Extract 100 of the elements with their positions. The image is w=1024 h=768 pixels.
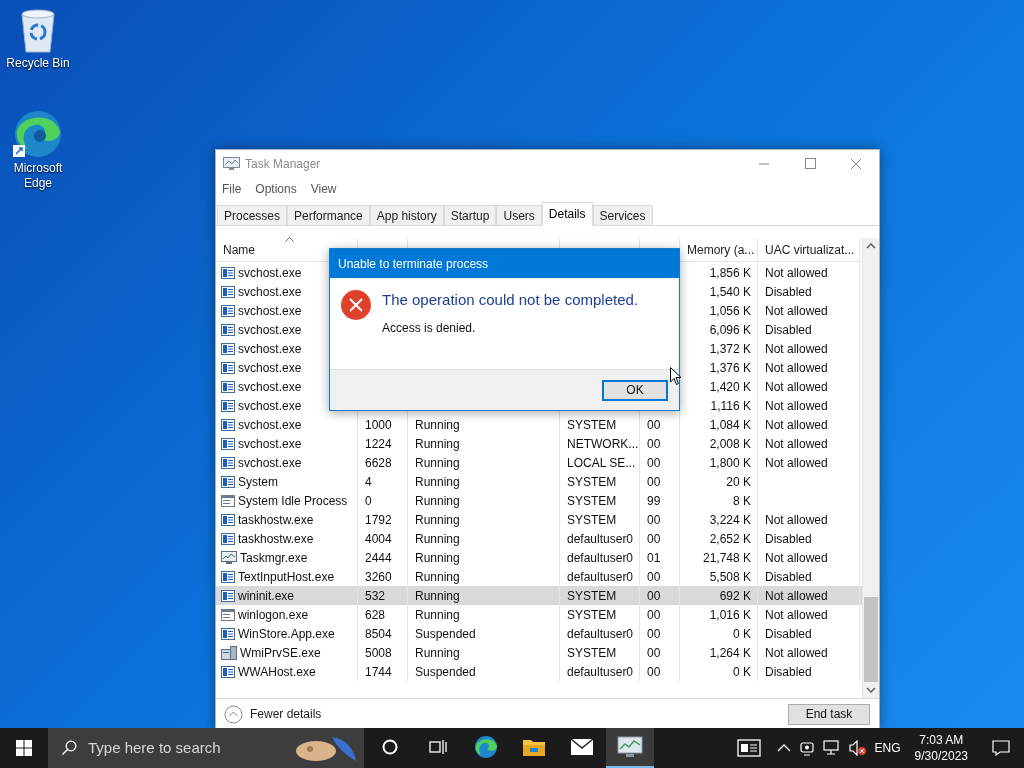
app-icon [221, 570, 235, 583]
table-cell-text: 01 [647, 549, 661, 567]
table-cell-text: 1,056 K [709, 302, 751, 320]
table-cell-text: 6628 [365, 454, 392, 472]
table-cell-text: Not allowed [765, 511, 828, 529]
app-icon [221, 380, 235, 393]
tab[interactable]: Services [592, 205, 653, 226]
fewer-details-link[interactable]: Fewer details [250, 705, 322, 723]
folder-icon[interactable] [522, 737, 546, 757]
tab[interactable]: Processes [217, 205, 288, 226]
table-cell-text: Disabled [765, 663, 812, 681]
table-cell-text: 00 [647, 587, 661, 605]
table-cell-text: 1,376 K [709, 359, 751, 377]
table-cell-text: svchost.exe [238, 283, 302, 301]
column-header[interactable]: UAC virtualizat... [765, 240, 855, 259]
table-cell-text: System [238, 473, 278, 491]
circle-icon[interactable] [382, 739, 398, 755]
table-cell-text: 00 [647, 663, 661, 681]
end-task-button[interactable]: End task [788, 703, 870, 725]
table-cell-text: wininit.exe [238, 587, 295, 605]
table-cell-text: Not allowed [765, 454, 828, 472]
clock-date[interactable]: 9/30/2023 [914, 748, 968, 764]
table-cell-text: WmiPrvSE.exe [240, 644, 321, 662]
table-cell-text: LOCAL SE... [567, 454, 636, 472]
tab[interactable]: Startup [443, 205, 497, 226]
table-cell-text: svchost.exe [238, 397, 302, 415]
table-cell-text: 00 [647, 568, 661, 586]
scrollbar[interactable] [862, 238, 879, 698]
desktop-icon-label[interactable]: Recycle Bin [6, 56, 70, 71]
notification-icon[interactable] [992, 740, 1010, 756]
table-cell-text: defaultuser0 [567, 549, 634, 567]
table-cell-text: SYSTEM [567, 587, 617, 605]
table-cell-text: 4004 [365, 530, 392, 548]
language-indicator[interactable]: ENG [874, 739, 901, 757]
table-cell-text: defaultuser0 [567, 530, 634, 548]
table-cell-text: Running [415, 511, 460, 529]
table-cell-text: Running [415, 568, 460, 586]
menu-item[interactable]: Options [255, 180, 297, 198]
ok-button[interactable]: OK [602, 379, 668, 401]
app-icon [221, 266, 235, 279]
mail-icon[interactable] [570, 738, 594, 756]
table-cell-text: Running [415, 606, 460, 624]
table-cell-text: Running [415, 644, 460, 662]
table-cell-text: SYSTEM [567, 511, 617, 529]
table-cell-text: svchost.exe [238, 321, 302, 339]
news-icon[interactable] [736, 739, 761, 757]
tab[interactable]: Users [496, 205, 542, 226]
table-cell-text: WWAHost.exe [238, 663, 316, 681]
monitor-icon [221, 551, 237, 564]
column-header[interactable]: Memory (a... [687, 240, 755, 259]
table-cell-text: SYSTEM [567, 606, 617, 624]
tab[interactable]: Details [541, 202, 593, 226]
edge-icon[interactable] [474, 735, 498, 759]
chevron-up-icon[interactable] [776, 743, 791, 753]
table-cell-text: 0 [365, 492, 372, 510]
window-icon [221, 608, 235, 621]
table-cell-text: 1,084 K [709, 416, 751, 434]
app-icon [221, 361, 235, 374]
table-cell-text: svchost.exe [238, 416, 302, 434]
table-cell-text: 1,016 K [709, 606, 751, 624]
table-cell-text: 8504 [365, 625, 392, 643]
tab[interactable]: Performance [287, 205, 370, 226]
table-cell-text: SYSTEM [567, 644, 617, 662]
table-cell-text: winlogon.exe [238, 606, 309, 624]
camera-icon[interactable] [798, 740, 815, 756]
app-icon [221, 418, 235, 431]
table-cell-text: 00 [647, 530, 661, 548]
table-cell-text: 5,508 K [709, 568, 751, 586]
volume-muted-icon[interactable] [848, 740, 867, 756]
table-cell-text: 00 [647, 644, 661, 662]
table-cell-text: svchost.exe [238, 302, 302, 320]
table-cell-text: 6,096 K [709, 321, 751, 339]
scroll-thumb[interactable] [864, 597, 878, 682]
app-icon [221, 323, 235, 336]
error-icon [340, 289, 372, 321]
network-icon[interactable] [822, 740, 841, 756]
clock-time[interactable]: 7:03 AM [919, 732, 964, 748]
table-cell-text: svchost.exe [238, 340, 302, 358]
tab[interactable]: App history [369, 205, 444, 226]
monitor-icon[interactable] [617, 736, 643, 758]
table-cell-text: SYSTEM [567, 473, 617, 491]
search-box[interactable]: Type here to search [48, 728, 364, 768]
app-icon [221, 589, 235, 602]
table-cell-text: Running [415, 492, 460, 510]
menu-item[interactable]: File [222, 180, 242, 198]
desktop-icon-label[interactable]: Microsoft Edge [0, 161, 76, 191]
app-icon [221, 665, 235, 678]
table-cell-text: 0 K [733, 663, 751, 681]
menu-item[interactable]: View [310, 180, 337, 198]
table-cell-text: 00 [647, 606, 661, 624]
table-cell-text: NETWORK... [567, 435, 639, 453]
table-cell-text: Not allowed [765, 340, 828, 358]
table-cell-text: 1,264 K [709, 644, 751, 662]
app-icon [221, 285, 235, 298]
table-cell-text: Not allowed [765, 378, 828, 396]
windows-logo-icon[interactable] [16, 740, 32, 756]
column-header[interactable]: Name [223, 240, 255, 259]
task-view-icon[interactable] [429, 739, 447, 755]
app-icon [221, 342, 235, 355]
collapse-icon[interactable] [224, 704, 243, 724]
